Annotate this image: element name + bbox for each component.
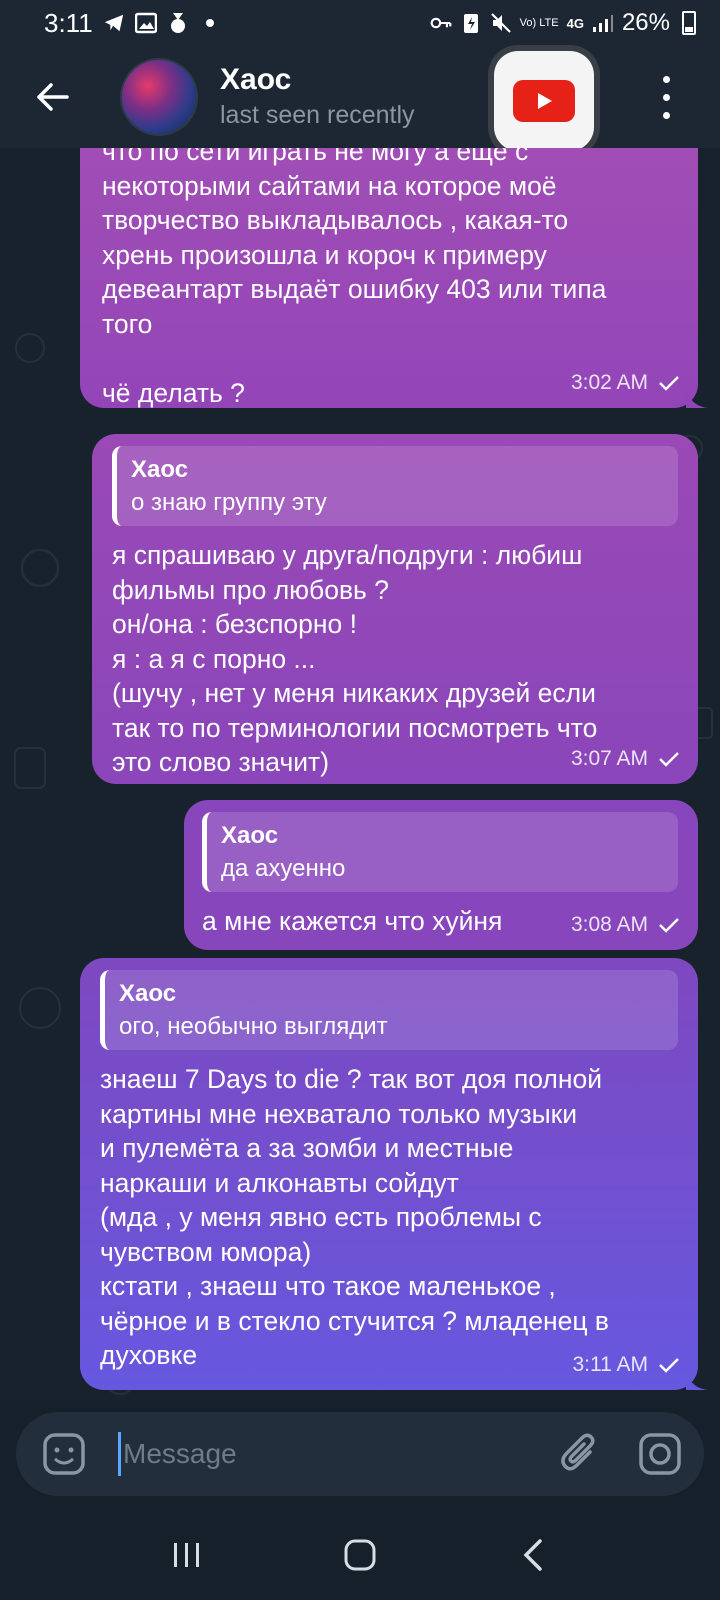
message-input[interactable]: [123, 1429, 556, 1479]
reply-text: ого, необычно выглядит: [119, 1013, 388, 1040]
message-meta: 3:11 AM: [573, 1348, 681, 1383]
key-icon: [430, 12, 452, 34]
status-time: 3:11: [44, 7, 93, 38]
reply-name: Хаос: [131, 456, 189, 483]
message-bubble[interactable]: Хаос о знаю группу эту я спрашиваю у дру…: [92, 434, 698, 784]
message-bubble[interactable]: Хаос ого, необычно выглядит знаеш 7 Days…: [80, 958, 708, 1390]
youtube-floating-bubble[interactable]: [494, 51, 594, 151]
bubble-tail: [686, 1370, 708, 1390]
battery-saver-icon: [460, 12, 482, 34]
status-left: 3:11: [44, 8, 221, 39]
emoji-icon[interactable]: [38, 1428, 90, 1480]
signal-icon: [592, 12, 614, 34]
message-meta: 3:08 AM: [571, 908, 680, 943]
chat-history[interactable]: что по сети играть не могу а ещё с некот…: [0, 148, 720, 1400]
message-time: 3:07 AM: [570, 746, 648, 770]
bubble-tail: [686, 388, 708, 408]
mute-icon: [490, 12, 512, 34]
message-text: знаеш 7 Days to die ? так вот доя полной…: [100, 1064, 609, 1370]
reply-name: Хаос: [221, 822, 279, 849]
home-icon[interactable]: [330, 1525, 390, 1585]
volte-label: Vo) LTE: [519, 16, 559, 29]
message-bubble[interactable]: что по сети играть не могу а ещё с некот…: [80, 148, 708, 408]
camera-icon[interactable]: [636, 1430, 684, 1478]
battery-icon: [682, 11, 696, 35]
battery-percent: 26%: [621, 9, 670, 36]
status-right: Vo) LTE 4G 26%: [430, 9, 696, 37]
reply-quote[interactable]: Хаос ого, необычно выглядит: [100, 970, 678, 1050]
check-icon: [659, 375, 679, 391]
message-time: 3:08 AM: [570, 912, 648, 936]
message-composer: [16, 1412, 704, 1496]
back-arrow-icon[interactable]: [22, 67, 82, 127]
medal-icon: [167, 12, 189, 34]
reply-quote[interactable]: Хаос да ахуенно: [202, 812, 678, 892]
chat-header: Хаос last seen recently: [0, 46, 720, 151]
chat-status: last seen recently: [220, 101, 415, 129]
avatar[interactable]: [120, 58, 198, 136]
more-vert-icon[interactable]: [654, 70, 678, 124]
reply-text: да ахуенно: [221, 855, 346, 882]
message-bubble[interactable]: Хаос да ахуенно а мне кажется что хуйня …: [184, 800, 698, 950]
check-icon: [659, 1357, 679, 1373]
message-time: 3:02 AM: [570, 370, 648, 394]
reply-text: о знаю группу эту: [131, 489, 327, 516]
telegram-icon: [103, 12, 125, 34]
attach-icon[interactable]: [556, 1430, 604, 1478]
message-time: 3:11 AM: [572, 1352, 649, 1376]
chat-title: Хаос: [220, 63, 292, 96]
youtube-icon: [513, 80, 575, 122]
gallery-icon: [134, 12, 157, 34]
recents-icon[interactable]: [157, 1525, 217, 1585]
message-meta: 3:02 AM: [571, 366, 680, 401]
reply-name: Хаос: [119, 980, 177, 1007]
check-icon: [659, 751, 679, 767]
system-nav-bar: [0, 1510, 720, 1600]
dot-icon: [199, 12, 221, 34]
text-caret: [118, 1432, 121, 1476]
nav-back-icon[interactable]: [503, 1525, 563, 1585]
chat-title-block[interactable]: Хаос last seen recently: [220, 62, 415, 132]
reply-quote[interactable]: Хаос о знаю группу эту: [112, 446, 678, 526]
network-label: 4G: [566, 15, 584, 31]
message-meta: 3:07 AM: [571, 742, 680, 777]
status-bar: 3:11 Vo) LTE 4G 26%: [0, 0, 720, 46]
check-icon: [659, 917, 679, 933]
